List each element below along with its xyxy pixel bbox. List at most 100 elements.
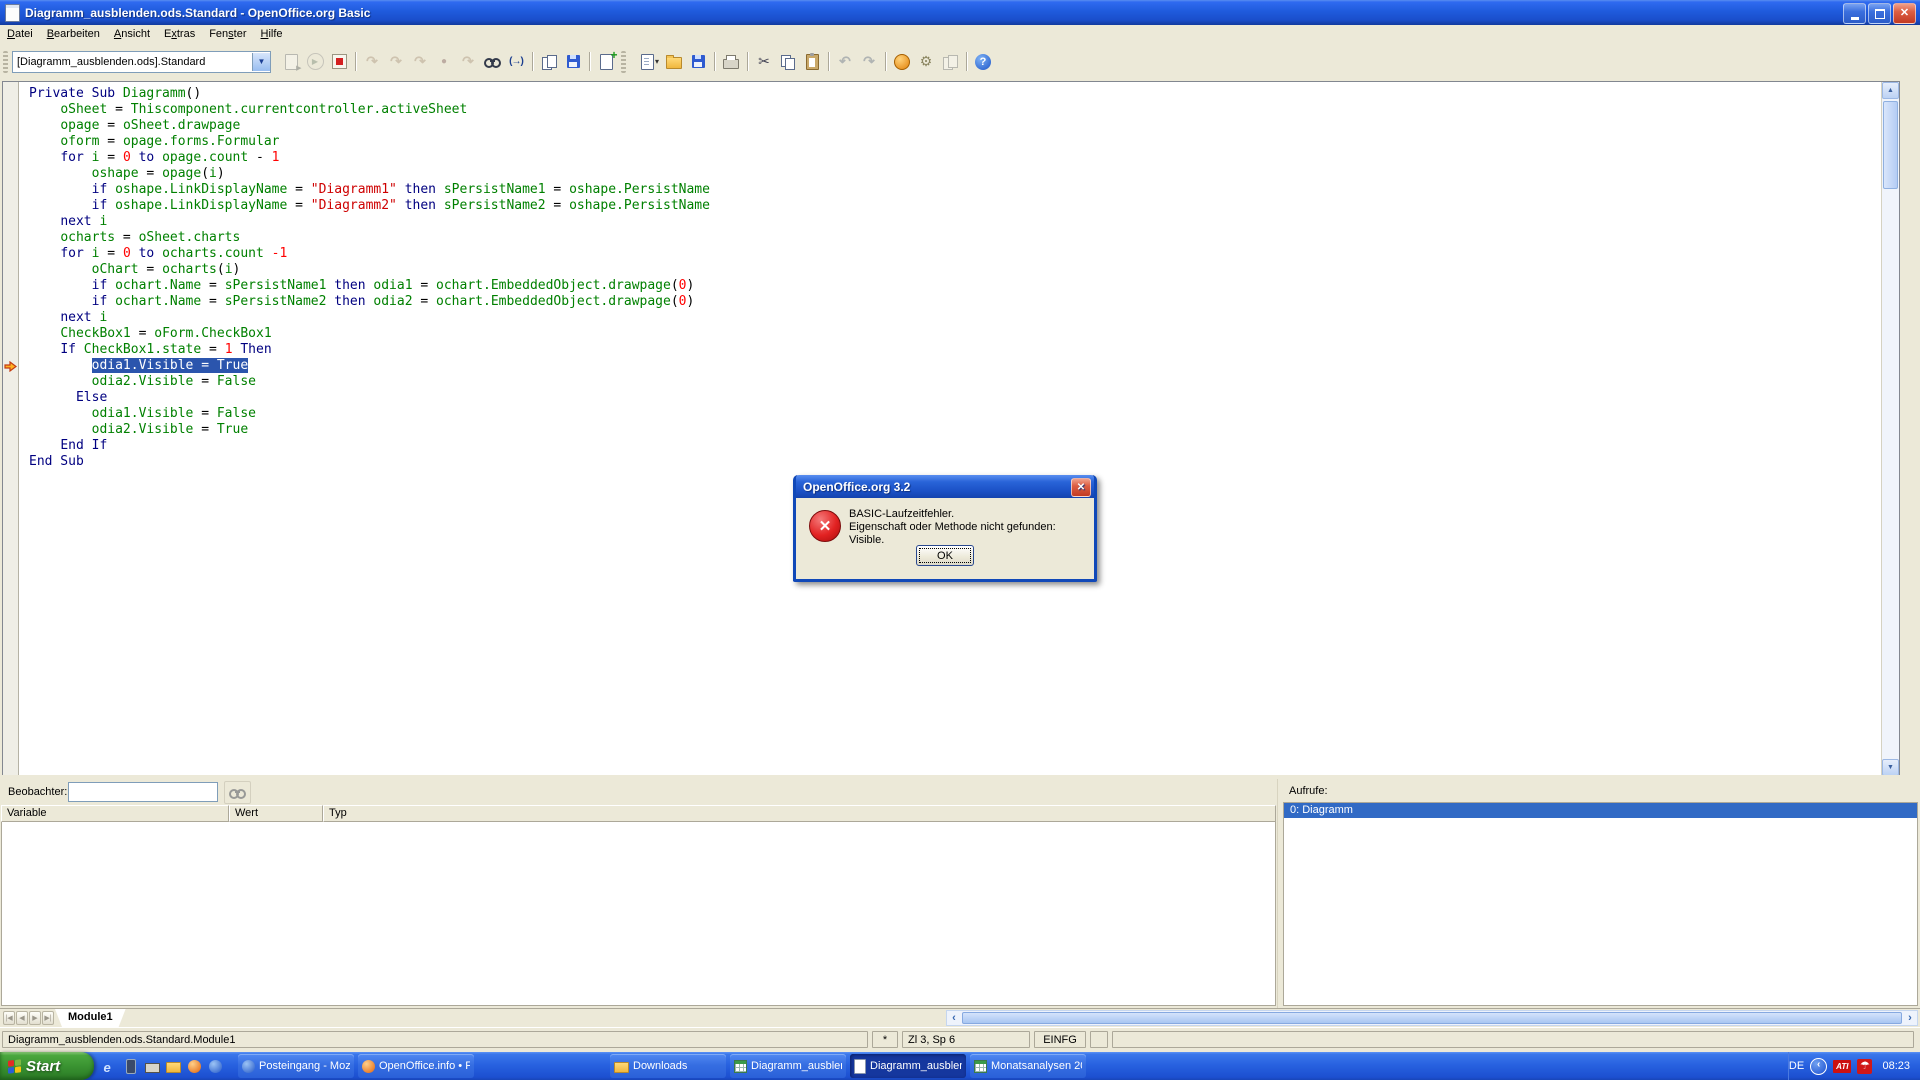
- start-button[interactable]: Start: [0, 1052, 94, 1080]
- calls-list[interactable]: 0: Diagramm: [1283, 802, 1918, 1006]
- code-line[interactable]: if ochart.Name = sPersistName2 then odia…: [29, 294, 1881, 310]
- code-line[interactable]: if oshape.LinkDisplayName = "Diagramm1" …: [29, 182, 1881, 198]
- firefox-icon[interactable]: [186, 1058, 202, 1074]
- code-line[interactable]: Private Sub Diagramm(): [29, 86, 1881, 102]
- device-icon[interactable]: [123, 1058, 139, 1074]
- toolbar-separator: [747, 52, 748, 71]
- folder-icon[interactable]: [165, 1058, 181, 1074]
- tab-module1[interactable]: Module1: [55, 1009, 126, 1027]
- ati-icon[interactable]: ATI: [1833, 1060, 1851, 1073]
- code-line[interactable]: oform = opage.forms.Formular: [29, 134, 1881, 150]
- code-line[interactable]: CheckBox1 = oForm.CheckBox1: [29, 326, 1881, 342]
- taskbar-task[interactable]: OpenOffice.info • For...: [358, 1054, 474, 1078]
- code-line[interactable]: next i: [29, 214, 1881, 230]
- save-source-icon[interactable]: [561, 50, 585, 73]
- toolbar-separator: [966, 52, 967, 71]
- menu-fenster[interactable]: Fenster: [202, 26, 253, 42]
- ok-button[interactable]: OK: [916, 545, 974, 566]
- cut-icon[interactable]: [752, 50, 776, 73]
- menu-hilfe[interactable]: Hilfe: [254, 26, 290, 42]
- ie-icon[interactable]: e: [102, 1058, 118, 1074]
- column-header-variable[interactable]: Variable: [1, 805, 229, 822]
- chevron-down-icon[interactable]: ▼: [252, 53, 270, 71]
- dialog-close-button[interactable]: ✕: [1071, 478, 1091, 497]
- close-button[interactable]: ✕: [1893, 3, 1916, 24]
- code-line[interactable]: opage = oSheet.drawpage: [29, 118, 1881, 134]
- code-area[interactable]: Private Sub Diagramm() oSheet = Thiscomp…: [19, 82, 1881, 776]
- code-line[interactable]: oChart = ocharts(i): [29, 262, 1881, 278]
- options-icon[interactable]: [914, 50, 938, 73]
- code-line[interactable]: if oshape.LinkDisplayName = "Diagramm2" …: [29, 198, 1881, 214]
- taskbar-task[interactable]: Diagramm_ausblende...: [730, 1054, 846, 1078]
- code-line[interactable]: odia1.Visible = True: [29, 358, 1881, 374]
- scroll-down-icon[interactable]: ▼: [1882, 759, 1899, 776]
- scroll-right-icon[interactable]: ›: [1903, 1011, 1917, 1025]
- save-icon[interactable]: [686, 50, 710, 73]
- toolbar-drag-handle[interactable]: [621, 51, 626, 73]
- print-icon[interactable]: [719, 50, 743, 73]
- code-line[interactable]: End If: [29, 438, 1881, 454]
- watch-input[interactable]: [68, 782, 218, 802]
- menu-extras[interactable]: Extras: [157, 26, 202, 42]
- goto-icon[interactable]: [504, 50, 528, 73]
- code-line[interactable]: for i = 0 to opage.count - 1: [29, 150, 1881, 166]
- menu-bearbeiten[interactable]: Bearbeiten: [40, 26, 107, 42]
- stop-icon[interactable]: [327, 50, 351, 73]
- scroll-left-icon[interactable]: ‹: [947, 1011, 961, 1025]
- thunderbird-icon[interactable]: [207, 1058, 223, 1074]
- code-line[interactable]: odia2.Visible = True: [29, 422, 1881, 438]
- taskbar-task[interactable]: Diagramm_ausblende...: [850, 1054, 966, 1078]
- code-line[interactable]: for i = 0 to ocharts.count -1: [29, 246, 1881, 262]
- printer-icon[interactable]: [144, 1058, 160, 1074]
- taskbar-task[interactable]: Monatsanalysen 201...: [970, 1054, 1086, 1078]
- watch-icon[interactable]: [480, 50, 504, 73]
- code-line[interactable]: next i: [29, 310, 1881, 326]
- chevron-down-icon[interactable]: ▾: [655, 57, 659, 66]
- calls-label: Aufrufe:: [1281, 779, 1920, 801]
- object-catalog-icon[interactable]: [594, 50, 618, 73]
- code-line[interactable]: End Sub: [29, 454, 1881, 470]
- code-line[interactable]: If CheckBox1.state = 1 Then: [29, 342, 1881, 358]
- minimize-button[interactable]: [1843, 3, 1866, 24]
- toolbar-drag-handle[interactable]: [3, 51, 8, 73]
- avira-icon[interactable]: ☂: [1857, 1059, 1872, 1074]
- hyperlink-icon[interactable]: [890, 50, 914, 73]
- new-document-icon[interactable]: ▾: [638, 50, 662, 73]
- vertical-scrollbar[interactable]: ▲ ▼: [1881, 82, 1899, 776]
- menu-ansicht[interactable]: Ansicht: [107, 26, 157, 42]
- menu-datei[interactable]: Datei: [0, 26, 40, 42]
- watch-table-body[interactable]: [1, 822, 1276, 1006]
- code-line[interactable]: odia1.Visible = False: [29, 406, 1881, 422]
- open-icon[interactable]: [662, 50, 686, 73]
- taskbar-task[interactable]: Downloads: [610, 1054, 726, 1078]
- code-line[interactable]: Else: [29, 390, 1881, 406]
- copy-icon[interactable]: [776, 50, 800, 73]
- prev-tab-icon: ◀: [16, 1011, 28, 1025]
- modules-icon[interactable]: [537, 50, 561, 73]
- call-stack-item[interactable]: 0: Diagramm: [1284, 803, 1917, 818]
- column-header-wert[interactable]: Wert: [229, 805, 323, 822]
- code-line[interactable]: if ochart.Name = sPersistName1 then odia…: [29, 278, 1881, 294]
- taskbar-task[interactable]: Posteingang - Mozilla ...: [238, 1054, 354, 1078]
- horizontal-scrollbar-thumb[interactable]: [962, 1012, 1902, 1024]
- code-line[interactable]: ocharts = oSheet.charts: [29, 230, 1881, 246]
- breakpoint-gutter[interactable]: [3, 82, 19, 776]
- library-select[interactable]: [Diagramm_ausblenden.ods].Standard ▼: [12, 51, 271, 73]
- code-line[interactable]: odia2.Visible = False: [29, 374, 1881, 390]
- dialog-title-bar[interactable]: OpenOffice.org 3.2 ✕: [796, 475, 1094, 498]
- first-tab-icon: |◀: [3, 1011, 15, 1025]
- column-header-typ[interactable]: Typ: [323, 805, 1276, 822]
- dialog-body: ✕ BASIC-Laufzeitfehler. Eigenschaft oder…: [796, 498, 1094, 576]
- run-icon: [307, 53, 324, 70]
- code-line[interactable]: oshape = opage(i): [29, 166, 1881, 182]
- paste-icon[interactable]: [800, 50, 824, 73]
- firefox-icon: [362, 1060, 375, 1073]
- language-indicator[interactable]: DE: [1789, 1060, 1804, 1072]
- scroll-up-icon[interactable]: ▲: [1882, 82, 1899, 99]
- restore-button[interactable]: [1868, 3, 1891, 24]
- vertical-scrollbar-thumb[interactable]: [1883, 101, 1898, 189]
- horizontal-scrollbar[interactable]: ‹ ›: [946, 1010, 1918, 1026]
- help-icon[interactable]: [971, 50, 995, 73]
- code-line[interactable]: oSheet = Thiscomponent.currentcontroller…: [29, 102, 1881, 118]
- collapse-chevron-icon[interactable]: ‹: [1810, 1058, 1827, 1075]
